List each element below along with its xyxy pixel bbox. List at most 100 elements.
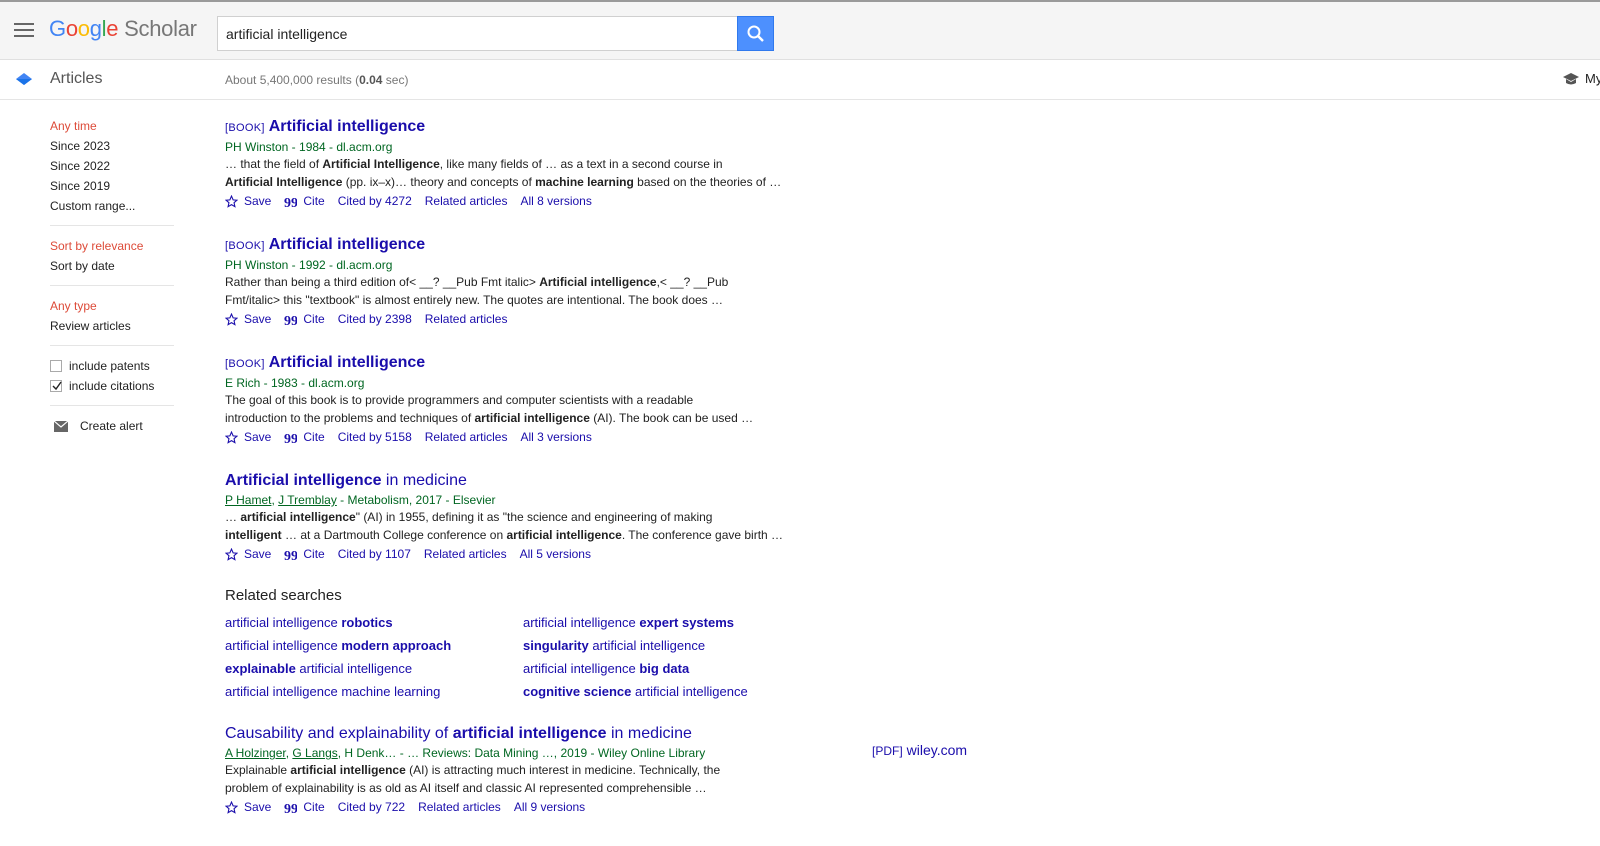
save-button[interactable]: Save (225, 544, 271, 564)
google-scholar-logo[interactable]: Google Scholar (49, 16, 197, 42)
cite-button[interactable]: 99 Cite (284, 191, 324, 211)
result-actions: Save 99 Cite Cited by 1107 Related articl… (225, 544, 985, 564)
sidebar: Any time Since 2023 Since 2022 Since 201… (50, 116, 174, 436)
save-button[interactable]: Save (225, 797, 271, 817)
result-item: Causability and explainability of artifi… (225, 723, 985, 817)
create-alert-label: Create alert (80, 419, 143, 433)
cited-by-link[interactable]: Cited by 722 (338, 797, 405, 817)
results-list: [BOOK] Artificial intelligence PH Winston… (225, 116, 985, 840)
cited-by-link[interactable]: Cited by 2398 (338, 309, 412, 329)
all-versions-link[interactable]: All 8 versions (520, 191, 591, 211)
all-versions-link[interactable]: All 3 versions (520, 427, 591, 447)
save-button[interactable]: Save (225, 309, 271, 329)
cited-by-link[interactable]: Cited by 4272 (338, 191, 412, 211)
result-meta: P Hamet, J Tremblay - Metabolism, 2017 -… (225, 493, 496, 507)
divider (50, 285, 174, 286)
result-title[interactable]: [BOOK] Artificial intelligence (225, 116, 985, 139)
result-title[interactable]: Artificial intelligence in medicine (225, 470, 985, 492)
my-profile-icon[interactable] (1562, 72, 1580, 88)
result-title[interactable]: [BOOK] Artificial intelligence (225, 352, 985, 375)
result-meta: E Rich - 1983 - dl.acm.org (225, 376, 365, 390)
cite-button[interactable]: 99 Cite (284, 309, 324, 329)
related-search-link[interactable]: artificial intelligence expert systems (523, 614, 823, 632)
cite-button[interactable]: 99 Cite (284, 797, 324, 817)
related-search-link[interactable]: artificial intelligence machine learning (225, 683, 523, 701)
result-snippet: Explainable artificial intelligence (AI)… (225, 763, 721, 795)
star-icon (225, 430, 238, 444)
search-icon (747, 25, 764, 42)
related-searches-heading: Related searches (225, 587, 342, 604)
result-actions: Save 99 Cite Cited by 4272 Related articl… (225, 191, 985, 211)
result-count: About 5,400,000 results (0.04 sec) (225, 73, 409, 87)
cite-button[interactable]: 99 Cite (284, 427, 324, 447)
related-search-link[interactable]: explainable artificial intelligence (225, 660, 523, 678)
related-articles-link[interactable]: Related articles (425, 191, 508, 211)
filter-since-2019[interactable]: Since 2019 (50, 176, 174, 196)
result-item: [BOOK] Artificial intelligence PH Winston… (225, 116, 985, 211)
result-snippet: … that the field of Artificial Intellige… (225, 157, 782, 189)
sort-by-relevance[interactable]: Sort by relevance (50, 236, 174, 256)
result-actions: Save 99 Cite Cited by 5158 Related articl… (225, 427, 985, 447)
result-item: [BOOK] Artificial intelligence PH Winston… (225, 234, 985, 329)
search-input[interactable] (217, 16, 738, 51)
section-label[interactable]: Articles (50, 70, 102, 88)
divider (50, 405, 174, 406)
related-articles-link[interactable]: Related articles (424, 544, 507, 564)
my-profile-link[interactable]: My (1585, 71, 1600, 86)
related-articles-link[interactable]: Related articles (425, 309, 508, 329)
result-meta: A Holzinger, G Langs, H Denk… - … Review… (225, 746, 706, 760)
include-patents-label: include patents (69, 359, 150, 373)
filter-review-articles[interactable]: Review articles (50, 316, 174, 336)
cite-button[interactable]: 99 Cite (284, 544, 324, 564)
star-icon (225, 800, 238, 814)
result-meta: PH Winston - 1984 - dl.acm.org (225, 140, 393, 154)
sort-by-date[interactable]: Sort by date (50, 256, 174, 276)
all-versions-link[interactable]: All 5 versions (520, 544, 591, 564)
related-search-link[interactable]: artificial intelligence modern approach (225, 637, 523, 655)
filter-since-2023[interactable]: Since 2023 (50, 136, 174, 156)
related-searches-grid: artificial intelligence robotics artific… (225, 614, 985, 701)
related-articles-link[interactable]: Related articles (418, 797, 501, 817)
star-icon (225, 194, 238, 208)
logo-scholar-text: Scholar (124, 16, 197, 41)
create-alert-button[interactable]: Create alert (50, 416, 174, 436)
divider (50, 345, 174, 346)
include-citations-checkbox[interactable]: include citations (50, 376, 174, 396)
filter-any-type[interactable]: Any type (50, 296, 174, 316)
search-button[interactable] (737, 16, 774, 51)
related-search-link[interactable]: singularity artificial intelligence (523, 637, 823, 655)
cited-by-link[interactable]: Cited by 1107 (338, 544, 411, 564)
filter-since-2022[interactable]: Since 2022 (50, 156, 174, 176)
related-articles-link[interactable]: Related articles (425, 427, 508, 447)
related-searches: Related searches artificial intelligence… (225, 587, 985, 701)
result-title[interactable]: [BOOK] Artificial intelligence (225, 234, 985, 257)
result-item: [BOOK] Artificial intelligence E Rich - 1… (225, 352, 985, 447)
envelope-icon (54, 420, 68, 432)
save-button[interactable]: Save (225, 191, 271, 211)
svg-text:99: 99 (284, 432, 297, 443)
cited-by-link[interactable]: Cited by 5158 (338, 427, 412, 447)
result-actions: Save 99 Cite Cited by 2398 Related articl… (225, 309, 985, 329)
result-snippet: … artificial intelligence" (AI) in 1955,… (225, 510, 784, 542)
pdf-link[interactable]: [PDF] wiley.com (872, 742, 967, 758)
result-actions: Save 99 Cite Cited by 722 Related article… (225, 797, 985, 817)
all-versions-link[interactable]: All 9 versions (514, 797, 585, 817)
include-patents-checkbox[interactable]: include patents (50, 356, 174, 376)
divider (50, 225, 174, 226)
related-search-link[interactable]: cognitive science artificial intelligenc… (523, 683, 823, 701)
articles-icon (16, 73, 32, 85)
hamburger-menu-icon[interactable] (14, 23, 34, 39)
result-snippet: The goal of this book is to provide prog… (225, 393, 754, 425)
sub-header: Articles About 5,400,000 results (0.04 s… (0, 60, 1600, 100)
save-button[interactable]: Save (225, 427, 271, 447)
result-title[interactable]: Causability and explainability of artifi… (225, 723, 985, 745)
result-item: Artificial intelligence in medicine P Ha… (225, 470, 985, 564)
include-citations-label: include citations (69, 379, 155, 393)
filter-custom-range[interactable]: Custom range... (50, 196, 174, 216)
related-search-link[interactable]: artificial intelligence big data (523, 660, 823, 678)
star-icon (225, 312, 238, 326)
result-snippet: Rather than being a third edition of< __… (225, 275, 729, 307)
svg-text:99: 99 (284, 802, 297, 813)
related-search-link[interactable]: artificial intelligence robotics (225, 614, 523, 632)
filter-any-time[interactable]: Any time (50, 116, 174, 136)
